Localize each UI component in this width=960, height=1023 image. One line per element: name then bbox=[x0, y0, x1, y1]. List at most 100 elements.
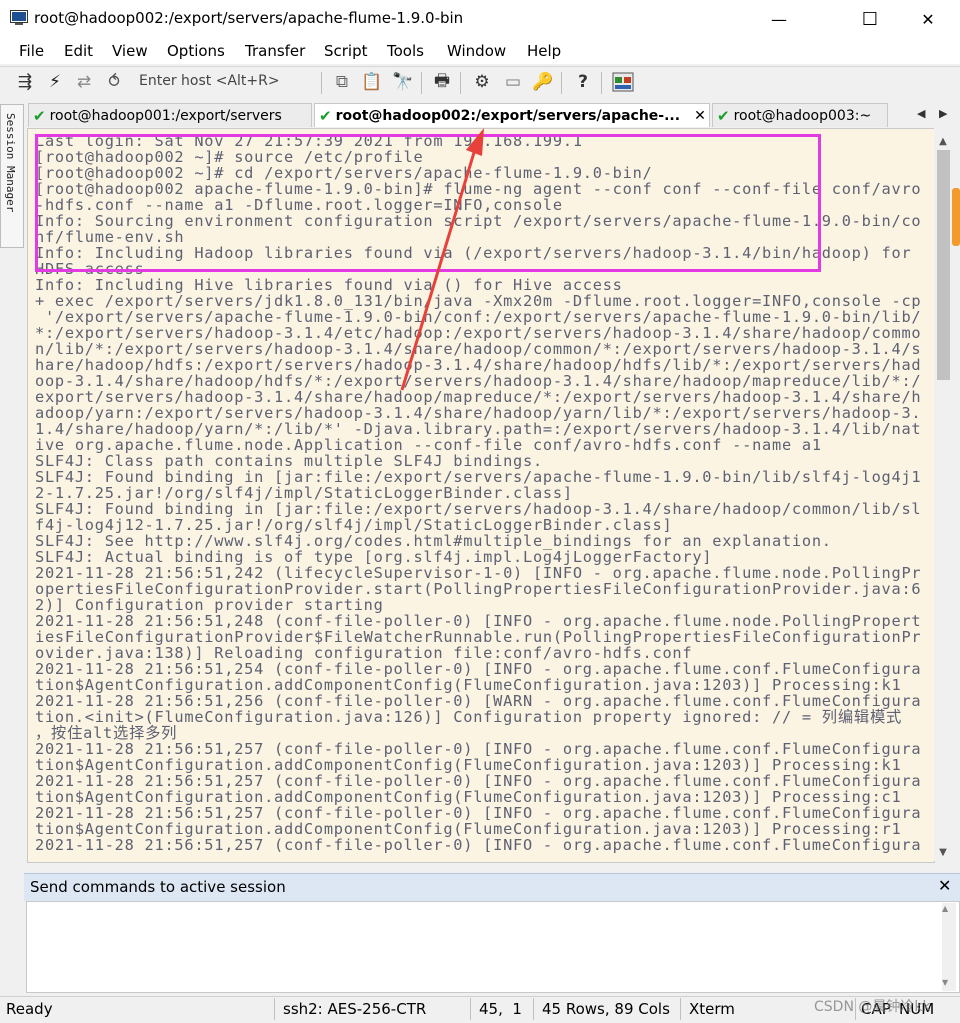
status-cipher: ssh2: AES-256-CTR bbox=[283, 1000, 427, 1018]
connected-check-icon: ✔ bbox=[717, 106, 730, 125]
menu-tools[interactable]: Tools bbox=[387, 42, 424, 60]
tab-label: root@hadoop002:/export/servers/apache-..… bbox=[335, 107, 681, 124]
reconnect-icon[interactable]: ⇄ bbox=[73, 71, 95, 93]
terminal-line: 2021-11-28 21:56:51,257 (conf-file-polle… bbox=[35, 804, 922, 822]
connected-check-icon: ✔ bbox=[33, 106, 46, 125]
terminal-line: adoop/yarn:/export/servers/hadoop-3.1.4/… bbox=[35, 404, 922, 422]
tab-scroll-left-icon[interactable]: ◀ bbox=[917, 107, 925, 120]
terminal-line: n/lib/*:/export/servers/hadoop-3.1.4/sha… bbox=[35, 340, 922, 358]
send-commands-input[interactable] bbox=[26, 901, 960, 993]
status-separator bbox=[680, 998, 681, 1020]
status-separator bbox=[533, 998, 534, 1020]
send-commands-close-icon[interactable]: ✕ bbox=[938, 876, 951, 895]
securecrt-app-icon bbox=[10, 10, 28, 25]
paste-icon[interactable]: 📋 bbox=[361, 71, 383, 93]
terminal-line: opertiesFileConfigurationProvider.start(… bbox=[35, 580, 922, 598]
terminal-line: Info: Including Hive libraries found via… bbox=[35, 276, 623, 294]
terminal-line: oop-3.1.4/share/hadoop/hdfs/*:/export/se… bbox=[35, 372, 922, 390]
terminal-line: SLF4J: Class path contains multiple SLF4… bbox=[35, 452, 543, 470]
terminal-line: ive org.apache.flume.node.Application --… bbox=[35, 436, 822, 454]
terminal-line: SLF4J: Found binding in [jar:file:/expor… bbox=[35, 468, 922, 486]
connect-icon[interactable]: ⇶ bbox=[14, 71, 36, 93]
status-terminal-type: Xterm bbox=[689, 1000, 735, 1018]
terminal-line: f4j-log4j12-1.7.25.jar!/org/slf4j/impl/S… bbox=[35, 516, 673, 534]
menu-script[interactable]: Script bbox=[324, 42, 368, 60]
toolbar-separator bbox=[561, 72, 562, 94]
status-size: 45 Rows, 89 Cols bbox=[542, 1000, 670, 1018]
window-title: root@hadoop002:/export/servers/apache-fl… bbox=[34, 9, 464, 27]
status-ready: Ready bbox=[6, 1000, 53, 1018]
tab-hadoop001[interactable]: ✔ root@hadoop001:/export/servers bbox=[28, 103, 312, 127]
scroll-down-icon[interactable]: ▼ bbox=[934, 843, 952, 861]
lightning-icon[interactable]: ⚡ bbox=[44, 71, 66, 93]
terminal-line: tion$AgentConfiguration.addComponentConf… bbox=[35, 676, 902, 694]
menu-options[interactable]: Options bbox=[167, 42, 225, 60]
minimize-button[interactable]: — bbox=[756, 0, 802, 38]
toolbar-separator bbox=[601, 72, 602, 94]
tab-label: root@hadoop001:/export/servers bbox=[49, 107, 282, 124]
terminal-line: ，按住alt选择多列 bbox=[35, 724, 178, 742]
terminal-line: tion$AgentConfiguration.addComponentConf… bbox=[35, 756, 902, 774]
maximize-button[interactable]: ☐ bbox=[847, 0, 893, 38]
highlight-box bbox=[35, 134, 821, 272]
terminal-line: 2021-11-28 21:56:51,257 (conf-file-polle… bbox=[35, 836, 922, 854]
tab-hadoop002[interactable]: ✔ root@hadoop002:/export/servers/apache-… bbox=[314, 103, 710, 127]
terminal-line: 2021-11-28 21:56:51,248 (conf-file-polle… bbox=[35, 612, 922, 630]
terminal-line: 2)] Configuration provider starting bbox=[35, 596, 384, 614]
terminal-line: 2-1.7.25.jar!/org/slf4j/impl/StaticLogge… bbox=[35, 484, 573, 502]
scroll-up-icon[interactable]: ▲ bbox=[934, 132, 952, 150]
disconnect-icon[interactable]: ⥀ bbox=[103, 71, 125, 93]
send-commands-label: Send commands to active session bbox=[30, 878, 286, 896]
terminal-line: tion$AgentConfiguration.addComponentConf… bbox=[35, 788, 902, 806]
terminal-line: iesFileConfigurationProvider$FileWatcher… bbox=[35, 628, 922, 646]
terminal-line: SLF4J: Found binding in [jar:file:/expor… bbox=[35, 500, 922, 518]
tab-hadoop003[interactable]: ✔ root@hadoop003:~ bbox=[712, 103, 888, 127]
terminal-line: '/export/servers/apache-flume-1.9.0-bin/… bbox=[35, 308, 922, 326]
menu-help[interactable]: Help bbox=[527, 42, 561, 60]
toolbar-separator bbox=[321, 72, 322, 94]
send-scroll-up-icon[interactable]: ▲ bbox=[942, 904, 948, 913]
menu-view[interactable]: View bbox=[112, 42, 148, 60]
terminal-line: ovider.java:138)] Reloading configuratio… bbox=[35, 644, 693, 662]
terminal-line: *:/export/servers/hadoop-3.1.4/etc/hadoo… bbox=[35, 324, 922, 342]
terminal-line: hare/hadoop/hdfs:/export/servers/hadoop-… bbox=[35, 356, 922, 374]
find-icon[interactable]: 🔭 bbox=[392, 71, 414, 93]
menu-transfer[interactable]: Transfer bbox=[245, 42, 305, 60]
tab-label: root@hadoop003:~ bbox=[733, 107, 872, 124]
keymap-icon[interactable]: ▭ bbox=[502, 71, 524, 93]
terminal-line: tion$AgentConfiguration.addComponentConf… bbox=[35, 820, 902, 838]
menu-edit[interactable]: Edit bbox=[64, 42, 93, 60]
terminal-line: export/servers/hadoop-3.1.4/share/hadoop… bbox=[35, 388, 922, 406]
toolbar-separator bbox=[421, 72, 422, 94]
session-manager-tab[interactable]: Session Manager bbox=[0, 104, 24, 248]
terminal-line: + exec /export/servers/jdk1.8.0_131/bin/… bbox=[35, 292, 922, 310]
copy-icon[interactable]: ⧉ bbox=[331, 71, 353, 93]
toolbar-separator bbox=[460, 72, 461, 94]
terminal-line: 1.4/share/hadoop/yarn/*:/lib/*' -Djava.l… bbox=[35, 420, 922, 438]
status-separator bbox=[470, 998, 471, 1020]
status-cursor: 45, 1 bbox=[479, 1000, 522, 1018]
terminal-line: 2021-11-28 21:56:51,242 (lifecycleSuperv… bbox=[35, 564, 922, 582]
terminal-line: 2021-11-28 21:56:51,254 (conf-file-polle… bbox=[35, 660, 922, 678]
terminal-line: SLF4J: Actual binding is of type [org.sl… bbox=[35, 548, 713, 566]
tab-scroll-right-icon[interactable]: ▶ bbox=[939, 107, 947, 120]
terminal-line: 2021-11-28 21:56:51,256 (conf-file-polle… bbox=[35, 692, 922, 710]
close-button[interactable]: ✕ bbox=[905, 0, 951, 38]
status-separator bbox=[274, 998, 275, 1020]
menu-window[interactable]: Window bbox=[447, 42, 506, 60]
scrollbar-thumb[interactable] bbox=[937, 150, 950, 380]
tab-close-icon[interactable]: ✕ bbox=[694, 108, 706, 124]
connected-check-icon: ✔ bbox=[319, 106, 332, 125]
send-scroll-down-icon[interactable]: ▼ bbox=[942, 978, 948, 987]
menu-file[interactable]: File bbox=[19, 42, 44, 60]
sftp-icon[interactable] bbox=[612, 72, 634, 92]
edge-marker bbox=[952, 188, 960, 246]
terminal-line: SLF4J: See http://www.slf4j.org/codes.ht… bbox=[35, 532, 832, 550]
settings-icon[interactable]: ⚙ bbox=[471, 71, 493, 93]
enter-host-field[interactable]: Enter host <Alt+R> bbox=[139, 73, 280, 89]
print-icon[interactable]: 🖶 bbox=[431, 71, 453, 93]
terminal-line: 2021-11-28 21:56:51,257 (conf-file-polle… bbox=[35, 772, 922, 790]
key-icon[interactable]: 🔑 bbox=[532, 71, 554, 93]
session-manager-label: Session Manager bbox=[4, 113, 17, 213]
help-icon[interactable]: ? bbox=[572, 71, 594, 93]
